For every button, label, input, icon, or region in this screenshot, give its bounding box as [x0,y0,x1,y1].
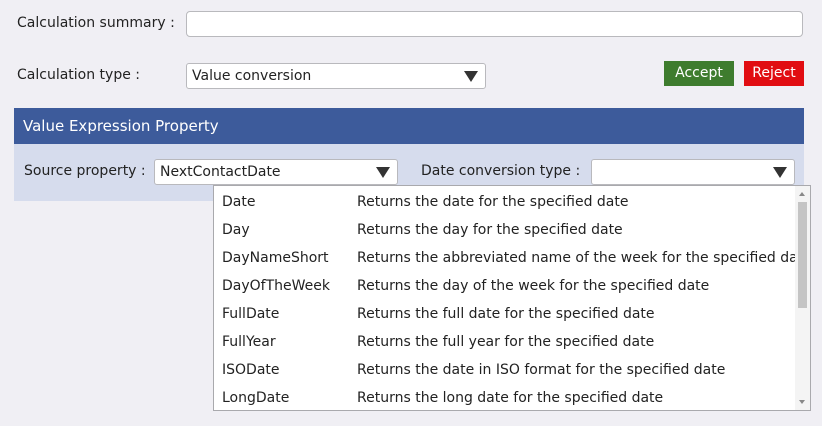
chevron-down-icon [773,167,787,178]
option-description: Returns the full year for the specified … [357,334,655,350]
option-name: FullDate [222,306,280,322]
reject-button[interactable]: Reject [744,61,804,86]
calculation-type-label: Calculation type : [17,67,140,83]
option-name: ISODate [222,362,280,378]
section-header: Value Expression Property [14,108,804,144]
scrollbar-thumb[interactable] [798,202,807,308]
option-name: DayNameShort [222,250,329,266]
dropdown-scrollbar[interactable] [795,186,810,410]
option-description: Returns the full date for the specified … [357,306,655,322]
dropdown-option[interactable]: DayOfTheWeek Returns the day of the week … [214,272,796,300]
calculation-type-select[interactable]: Value conversion [186,63,486,89]
chevron-down-icon [376,167,390,178]
option-name: LongDate [222,390,290,406]
option-name: DayOfTheWeek [222,278,330,294]
scroll-up-icon[interactable] [799,192,805,196]
option-description: Returns the long date for the specified … [357,390,664,406]
scroll-down-icon[interactable] [799,400,805,404]
source-property-value: NextContactDate [160,164,281,180]
option-name: Date [222,194,256,210]
option-description: Returns the date in ISO format for the s… [357,362,726,378]
calculation-summary-input[interactable] [186,11,803,37]
option-description: Returns the day for the specified date [357,222,623,238]
calculation-type-value: Value conversion [192,68,312,84]
date-conversion-type-label: Date conversion type : [421,163,581,179]
dropdown-option[interactable]: LongDate Returns the long date for the sp… [214,384,796,410]
date-conversion-type-select[interactable] [591,159,795,185]
chevron-down-icon [464,71,478,82]
dropdown-option[interactable]: Day Returns the day for the specified dat… [214,216,796,244]
dropdown-option[interactable]: FullDate Returns the full date for the sp… [214,300,796,328]
option-name: FullYear [222,334,276,350]
dropdown-option[interactable]: FullYear Returns the full year for the sp… [214,328,796,356]
option-description: Returns the date for the specified date [357,194,629,210]
option-description: Returns the abbreviated name of the week… [357,250,811,266]
option-description: Returns the day of the week for the spec… [357,278,710,294]
option-name: Day [222,222,250,238]
source-property-select[interactable]: NextContactDate [154,159,398,185]
dropdown-option[interactable]: DayNameShort Returns the abbreviated name… [214,244,810,272]
source-property-label: Source property : [24,163,146,179]
date-conversion-dropdown-list: Date Returns the date for the specified d… [213,185,811,411]
calculation-summary-label: Calculation summary : [17,15,175,31]
accept-button[interactable]: Accept [664,61,734,86]
dropdown-option[interactable]: Date Returns the date for the specified d… [214,188,796,216]
section-title: Value Expression Property [23,117,219,135]
dropdown-option[interactable]: ISODate Returns the date in ISO format fo… [214,356,796,384]
